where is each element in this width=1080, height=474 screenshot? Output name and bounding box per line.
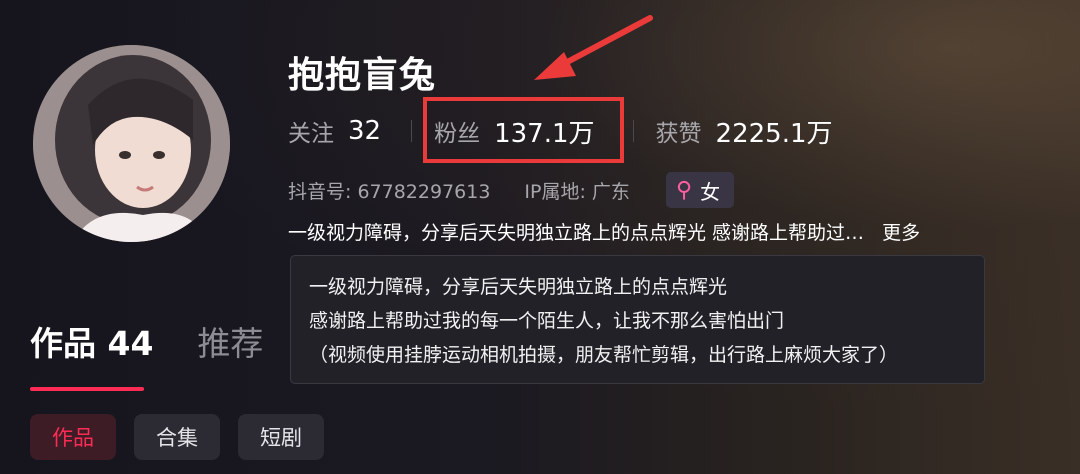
annotation-highlight-box: [423, 97, 624, 163]
douyin-id: 抖音号: 67782297613: [288, 180, 491, 203]
likes-count: 2225.1万: [715, 118, 833, 149]
chip-short-dramas[interactable]: 短剧: [238, 414, 324, 460]
profile-name: 抱抱盲兔: [288, 55, 437, 96]
bio-line-3: （视频使用挂脖运动相机拍摄，朋友帮忙剪辑，出行路上麻烦大家了）: [309, 344, 899, 366]
avatar[interactable]: [33, 45, 230, 242]
tab-works[interactable]: 作品 44: [30, 320, 154, 391]
annotation-arrow-icon: [534, 15, 653, 80]
bio-preview: 一级视力障碍，分享后天失明独立路上的点点辉光 感谢路上帮助过… 更多: [288, 218, 920, 248]
bio-tooltip: 一级视力障碍，分享后天失明独立路上的点点辉光 感谢路上帮助过我的每一个陌生人，让…: [290, 255, 985, 384]
likes-label: 获赞: [655, 121, 702, 147]
avatar-image: [33, 45, 230, 242]
bio-more-link[interactable]: 更多: [882, 222, 920, 244]
likes-stat: 获赞 2225.1万: [656, 113, 833, 150]
chip-collections[interactable]: 合集: [134, 414, 220, 460]
profile-meta: 抖音号: 67782297613 IP属地: 广东 ⚲ 女: [288, 172, 735, 208]
stats-divider: [632, 120, 634, 142]
ip-location: IP属地: 广东: [524, 180, 630, 203]
female-icon: ⚲: [675, 177, 693, 203]
following-label: 关注: [288, 121, 334, 147]
chip-works[interactable]: 作品: [30, 414, 116, 460]
bio-line-2: 感谢路上帮助过我的每一个陌生人，让我不那么害怕出门: [309, 310, 785, 332]
tab-works-label: 作品 44: [30, 324, 154, 363]
profile-tabs: 作品 44 推荐: [30, 320, 263, 391]
stats-divider: [411, 120, 413, 142]
tab-recommend-label: 推荐: [197, 324, 264, 363]
tab-recommend[interactable]: 推荐: [197, 320, 263, 368]
bio-preview-text: 一级视力障碍，分享后天失明独立路上的点点辉光 感谢路上帮助过…: [288, 222, 865, 244]
following-count: 32: [348, 116, 382, 146]
bio-line-1: 一级视力障碍，分享后天失明独立路上的点点辉光: [309, 276, 728, 298]
active-tab-underline: [30, 387, 144, 391]
gender-label: 女: [700, 179, 721, 204]
filter-chips: 作品 合集 短剧: [30, 414, 342, 460]
gender-badge: ⚲ 女: [665, 172, 735, 208]
following-stat[interactable]: 关注 32: [288, 114, 381, 148]
